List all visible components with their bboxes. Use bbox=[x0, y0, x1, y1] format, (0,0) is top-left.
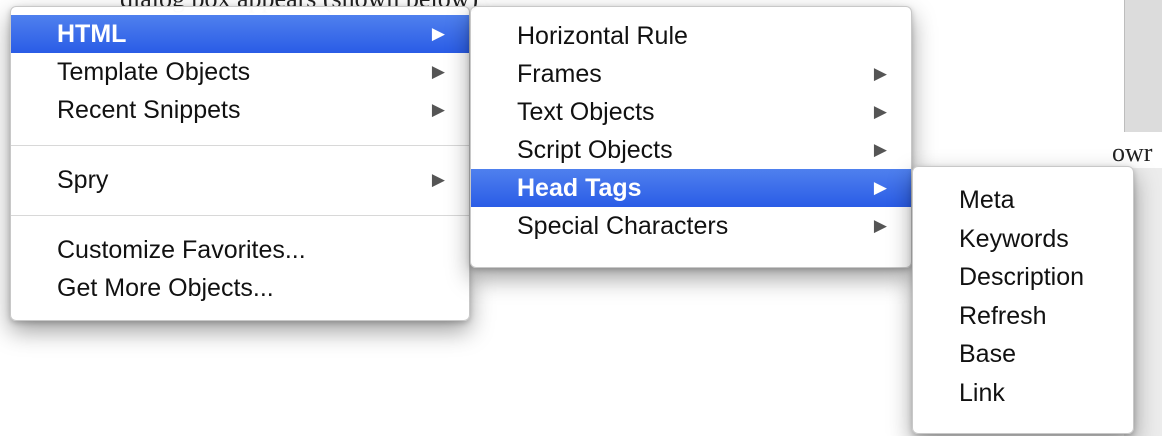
menu-item-label: Base bbox=[959, 340, 1016, 368]
background-document-fragment: owr bbox=[1112, 138, 1153, 167]
menu-item-label: Script Objects bbox=[517, 136, 673, 164]
menu-item-label: HTML bbox=[57, 20, 127, 48]
menu-item-frames[interactable]: Frames ▶ bbox=[471, 55, 911, 93]
menu-item-head-tags[interactable]: Head Tags ▶ bbox=[471, 169, 911, 207]
menu-item-label: Recent Snippets bbox=[57, 96, 241, 124]
submenu-arrow-icon: ▶ bbox=[873, 64, 887, 83]
submenu-arrow-icon: ▶ bbox=[431, 62, 445, 81]
menu-item-text-objects[interactable]: Text Objects ▶ bbox=[471, 93, 911, 131]
menu-item-label: Template Objects bbox=[57, 58, 251, 86]
menu-item-refresh[interactable]: Refresh bbox=[913, 297, 1133, 336]
menu-item-label: Link bbox=[959, 378, 1005, 407]
menu-item-get-more-objects[interactable]: Get More Objects... bbox=[11, 269, 469, 307]
menu-item-label: Spry bbox=[57, 166, 109, 194]
menu-item-base[interactable]: Base bbox=[913, 335, 1133, 374]
menu-item-special-characters[interactable]: Special Characters ▶ bbox=[471, 207, 911, 245]
menu-item-label: Refresh bbox=[959, 301, 1047, 330]
menu-item-label: Frames bbox=[517, 60, 602, 88]
menu-item-meta[interactable]: Meta bbox=[913, 181, 1133, 220]
menu-item-label: Horizontal Rule bbox=[517, 22, 688, 50]
menu-item-label: Description bbox=[959, 263, 1085, 291]
main-context-menu: HTML ▶ Template Objects ▶ Recent Snippet… bbox=[10, 6, 470, 321]
menu-item-customize-favorites[interactable]: Customize Favorites... bbox=[11, 231, 469, 269]
submenu-arrow-icon: ▶ bbox=[873, 102, 887, 121]
menu-item-html[interactable]: HTML ▶ bbox=[11, 15, 469, 53]
menu-item-label: Text Objects bbox=[517, 98, 655, 126]
menu-item-label: Customize Favorites... bbox=[57, 236, 306, 264]
head-tags-submenu: Meta Keywords Description Refresh Base L… bbox=[912, 166, 1134, 434]
menu-item-keywords[interactable]: Keywords bbox=[913, 220, 1133, 259]
background-panel bbox=[1124, 0, 1162, 132]
submenu-arrow-icon: ▶ bbox=[431, 24, 445, 43]
menu-item-script-objects[interactable]: Script Objects ▶ bbox=[471, 131, 911, 169]
menu-item-template-objects[interactable]: Template Objects ▶ bbox=[11, 53, 469, 91]
menu-item-label: Special Characters bbox=[517, 212, 729, 240]
submenu-arrow-icon: ▶ bbox=[873, 178, 887, 197]
menu-separator bbox=[11, 145, 469, 146]
menu-item-label: Keywords bbox=[959, 224, 1069, 253]
menu-item-link[interactable]: Link bbox=[913, 374, 1133, 413]
html-submenu: Horizontal Rule Frames ▶ Text Objects ▶ … bbox=[470, 6, 912, 268]
submenu-arrow-icon: ▶ bbox=[873, 140, 887, 159]
submenu-arrow-icon: ▶ bbox=[431, 170, 445, 189]
menu-separator bbox=[11, 215, 469, 216]
menu-item-label: Meta bbox=[959, 186, 1015, 214]
menu-item-label: Get More Objects... bbox=[57, 274, 274, 302]
menu-item-description[interactable]: Description bbox=[913, 258, 1133, 297]
menu-item-spry[interactable]: Spry ▶ bbox=[11, 161, 469, 199]
menu-item-recent-snippets[interactable]: Recent Snippets ▶ bbox=[11, 91, 469, 129]
menu-item-label: Head Tags bbox=[517, 174, 642, 202]
submenu-arrow-icon: ▶ bbox=[431, 100, 445, 119]
submenu-arrow-icon: ▶ bbox=[873, 216, 887, 235]
menu-item-horizontal-rule[interactable]: Horizontal Rule bbox=[471, 17, 911, 55]
